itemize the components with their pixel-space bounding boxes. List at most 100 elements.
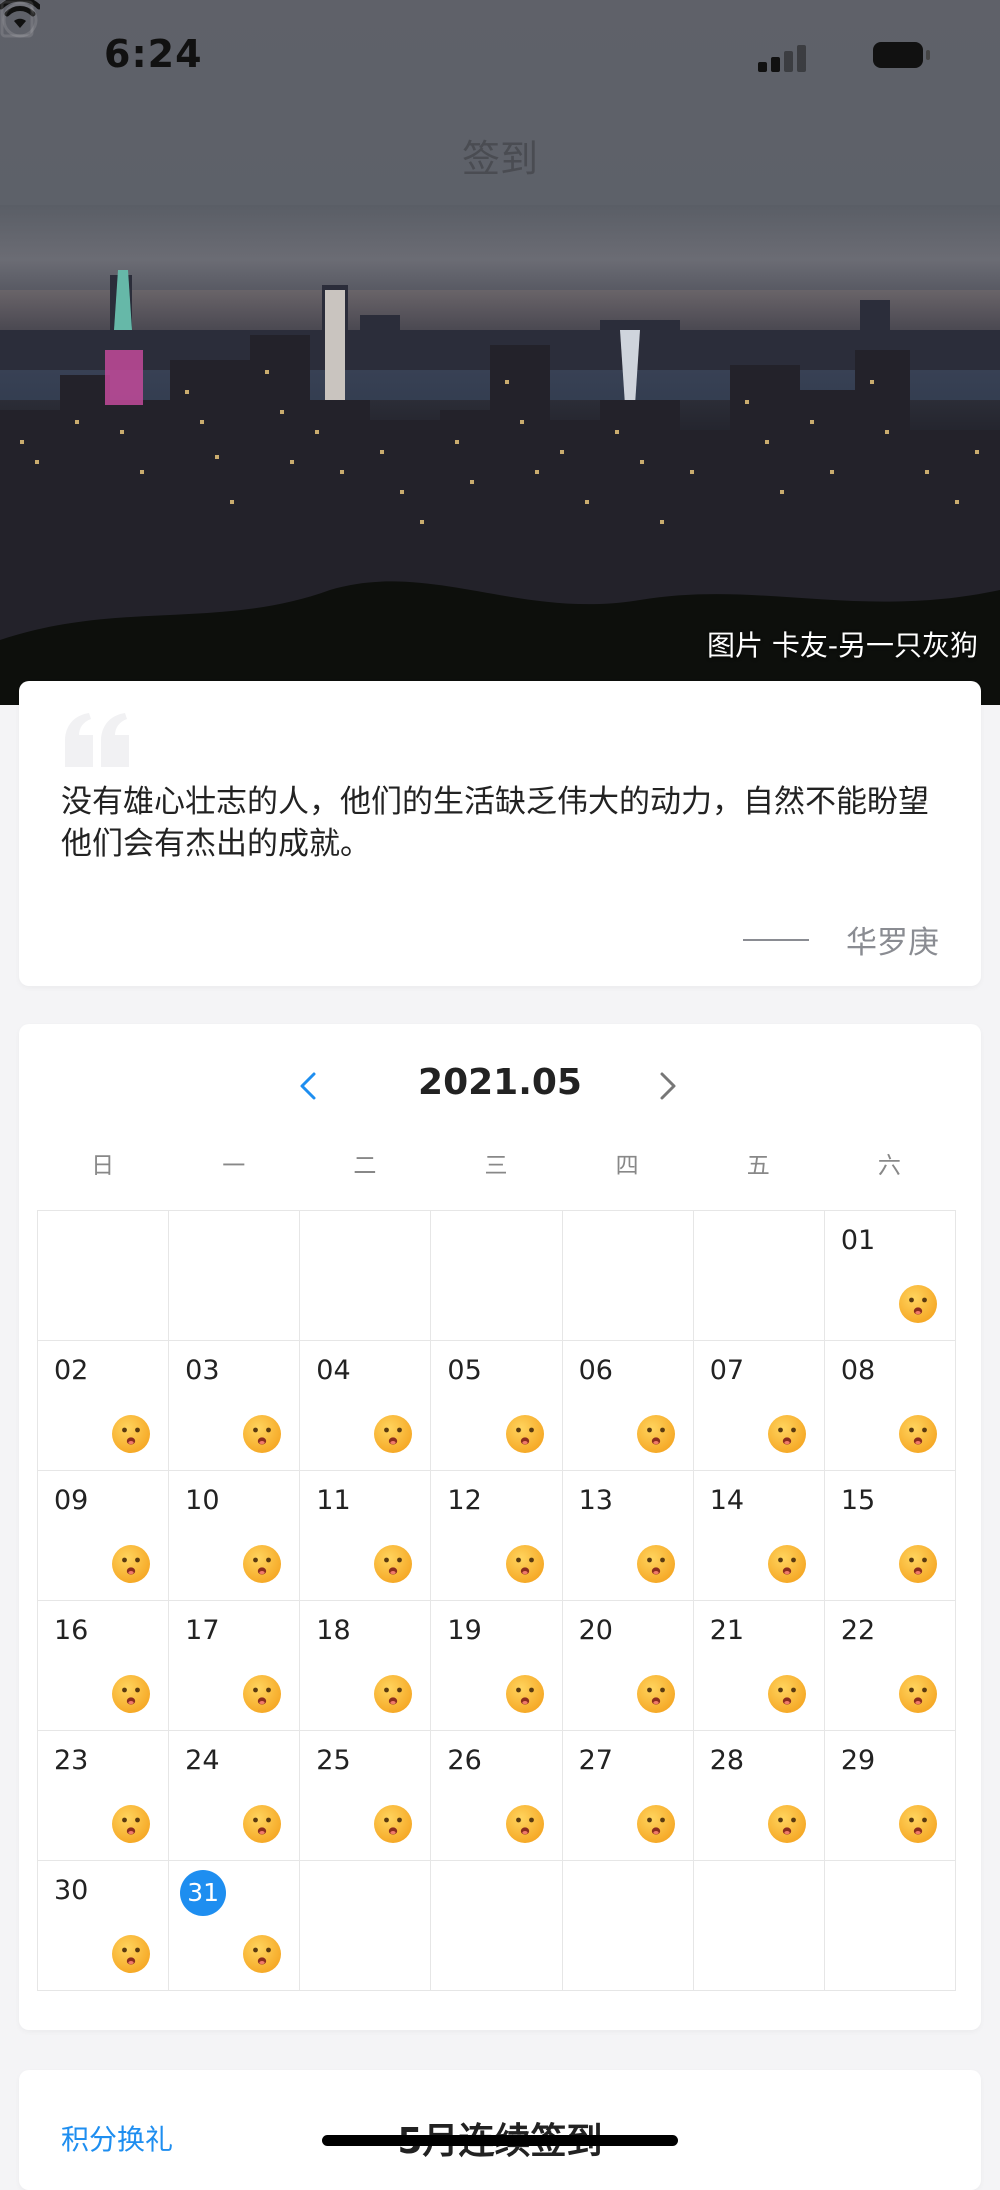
calendar-day-number: 31 — [180, 1870, 227, 1916]
calendar-day[interactable]: 28 — [693, 1731, 825, 1861]
weekday-label: 五 — [746, 1153, 770, 1179]
calendar-day[interactable]: 09 — [38, 1471, 170, 1601]
calendar-day[interactable]: 26 — [431, 1731, 563, 1861]
calendar-day-number: 23 — [54, 1745, 89, 1776]
calendar-month-label: 2021.05 — [418, 1062, 582, 1103]
calendar-day-number: 10 — [185, 1485, 220, 1516]
quote-author: 华罗庚 — [846, 925, 939, 961]
calendar-day-number: 02 — [54, 1355, 89, 1386]
calendar-day[interactable]: 04 — [300, 1341, 432, 1471]
calendar-day-number: 18 — [316, 1615, 351, 1646]
calendar-day-number: 09 — [54, 1485, 89, 1516]
calendar-day[interactable]: 18 — [300, 1601, 432, 1731]
share-icon[interactable] — [0, 0, 40, 40]
calendar-day-number: 28 — [709, 1745, 745, 1776]
smiley-face-icon — [505, 1804, 545, 1844]
smiley-face-icon — [373, 1414, 413, 1454]
calendar-empty-cell — [300, 1211, 432, 1341]
next-month-icon[interactable] — [647, 1066, 687, 1106]
calendar-empty-cell — [693, 1211, 825, 1341]
smiley-face-icon — [111, 1804, 151, 1844]
weekday-label: 四 — [615, 1153, 639, 1179]
smiley-face-icon — [898, 1804, 938, 1844]
calendar-day[interactable]: 16 — [38, 1601, 170, 1731]
calendar-day-number: 21 — [709, 1615, 745, 1646]
smiley-face-icon — [767, 1804, 807, 1844]
calendar-day-number: 07 — [709, 1355, 745, 1386]
calendar-day-number: 25 — [316, 1745, 351, 1776]
calendar-day[interactable]: 07 — [693, 1341, 825, 1471]
weekday-label: 六 — [877, 1153, 901, 1179]
calendar-empty-cell — [300, 1861, 432, 1991]
calendar-day-number: 29 — [840, 1745, 876, 1776]
smiley-face-icon — [111, 1544, 151, 1584]
smiley-face-icon — [898, 1674, 938, 1714]
calendar-day[interactable]: 25 — [300, 1731, 432, 1861]
calendar-day-number: 04 — [316, 1355, 351, 1386]
calendar-day[interactable]: 06 — [562, 1341, 694, 1471]
calendar-day[interactable]: 22 — [824, 1601, 956, 1731]
calendar-day[interactable]: 03 — [169, 1341, 301, 1471]
calendar-day-number: 15 — [840, 1485, 876, 1516]
smiley-face-icon — [505, 1674, 545, 1714]
calendar-day-number: 06 — [578, 1355, 613, 1386]
streak-card: 积分换礼 5月连续签到 — [19, 2070, 981, 2190]
weekday-label: 二 — [353, 1153, 377, 1179]
smiley-face-icon — [767, 1674, 807, 1714]
calendar-day[interactable]: 10 — [169, 1471, 301, 1601]
quote-text: 没有雄心壮志的人，他们的生活缺乏伟大的动力，自然不能盼望他们会有杰出的成就。 — [61, 784, 929, 862]
smiley-face-icon — [767, 1544, 807, 1584]
calendar-day-number: 12 — [447, 1485, 482, 1516]
checkin-calendar-card: 2021.05 日 一 二 三 四 五 六 01 02 03 04 05 06 07 08 09… — [19, 1024, 981, 2030]
calendar-day-today[interactable]: 31 — [169, 1861, 301, 1991]
smiley-face-icon — [111, 1674, 151, 1714]
hero-photo: 6:24 签到 图片 卡友-另一只灰狗 — [0, 0, 1000, 705]
smiley-face-icon — [636, 1674, 676, 1714]
calendar-day-number: 13 — [578, 1485, 613, 1516]
calendar-empty-cell — [562, 1861, 694, 1991]
calendar-day[interactable]: 23 — [38, 1731, 170, 1861]
calendar-empty-cell — [824, 1861, 956, 1991]
calendar-day[interactable]: 24 — [169, 1731, 301, 1861]
calendar-day[interactable]: 29 — [824, 1731, 956, 1861]
calendar-day[interactable]: 27 — [562, 1731, 694, 1861]
smiley-face-icon — [242, 1544, 282, 1584]
calendar-day[interactable]: 14 — [693, 1471, 825, 1601]
smiley-face-icon — [111, 1934, 151, 1974]
battery-icon — [873, 42, 933, 70]
calendar-day[interactable]: 17 — [169, 1601, 301, 1731]
calendar-day[interactable]: 30 — [38, 1861, 170, 1991]
smiley-face-icon — [898, 1544, 938, 1584]
status-time: 6:24 — [104, 32, 203, 76]
smiley-face-icon — [373, 1544, 413, 1584]
calendar-day[interactable]: 19 — [431, 1601, 563, 1731]
calendar-day-number: 14 — [709, 1485, 745, 1516]
calendar-day[interactable]: 01 — [824, 1211, 956, 1341]
calendar-day[interactable]: 13 — [562, 1471, 694, 1601]
smiley-face-icon — [111, 1414, 151, 1454]
home-indicator — [322, 2135, 678, 2146]
calendar-day-number: 16 — [54, 1615, 89, 1646]
calendar-day[interactable]: 05 — [431, 1341, 563, 1471]
calendar-day[interactable]: 15 — [824, 1471, 956, 1601]
calendar-day-number: 26 — [447, 1745, 482, 1776]
calendar-grid: 01 02 03 04 05 06 07 08 09 10 11 12 13 14 15 16 17 18 19 20… — [37, 1210, 956, 1991]
calendar-day[interactable]: 11 — [300, 1471, 432, 1601]
weekday-label: 日 — [91, 1153, 115, 1179]
smiley-face-icon — [636, 1414, 676, 1454]
weekday-label: 一 — [222, 1153, 246, 1179]
calendar-day[interactable]: 20 — [562, 1601, 694, 1731]
weekday-label: 三 — [484, 1153, 508, 1179]
calendar-day[interactable]: 02 — [38, 1341, 170, 1471]
page-title: 签到 — [461, 137, 538, 181]
smiley-face-icon — [898, 1414, 938, 1454]
calendar-empty-cell — [431, 1211, 563, 1341]
calendar-day[interactable]: 12 — [431, 1471, 563, 1601]
calendar-day-number: 22 — [840, 1615, 876, 1646]
calendar-day[interactable]: 21 — [693, 1601, 825, 1731]
calendar-empty-cell — [693, 1861, 825, 1991]
calendar-empty-cell — [562, 1211, 694, 1341]
calendar-day[interactable]: 08 — [824, 1341, 956, 1471]
photo-credit: 图片 卡友-另一只灰狗 — [706, 629, 978, 662]
calendar-day-number: 08 — [840, 1355, 876, 1386]
